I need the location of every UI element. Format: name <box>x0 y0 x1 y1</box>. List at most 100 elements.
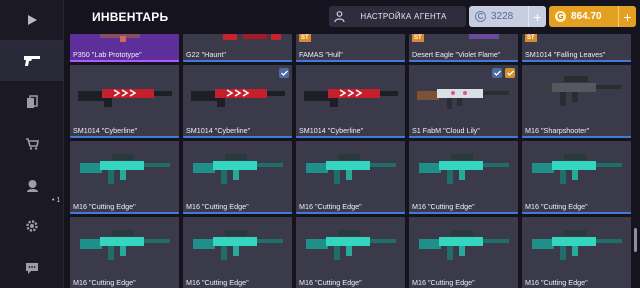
stattrack-badge: ST <box>525 34 537 42</box>
weapon-image <box>191 89 285 107</box>
weapon-image <box>532 76 622 106</box>
inventory-item[interactable]: M16 "Cutting Edge" <box>522 217 631 288</box>
item-name: M16 "Cutting Edge" <box>525 278 588 287</box>
item-name: G22 "Haunt" <box>186 50 226 59</box>
inventory-item[interactable]: S1 FabM "Cloud Lily" <box>409 65 518 138</box>
item-name: FAMAS "Hull" <box>299 50 343 59</box>
silver-coin-icon: C <box>475 11 486 22</box>
gold-balance: G 864.70 + <box>549 6 636 27</box>
inventory-item[interactable]: P350 "Lab Prototype" <box>70 34 179 62</box>
rarity-stripe <box>522 136 631 138</box>
item-name: SM1014 "Cyberline" <box>299 126 364 135</box>
weapon-image <box>532 154 622 184</box>
inventory-item[interactable]: M16 "Cutting Edge" <box>522 141 631 214</box>
weapon-image <box>80 154 170 184</box>
item-name: SM1014 "Cyberline" <box>73 126 138 135</box>
inventory-item[interactable]: M16 "Cutting Edge" <box>409 141 518 214</box>
rarity-stripe <box>409 60 518 62</box>
equipped-check-icon <box>279 68 289 78</box>
silver-balance: C 3228 + <box>469 6 546 27</box>
agent-count: • 1 <box>52 197 61 204</box>
item-name: SM1014 "Falling Leaves" <box>525 50 606 59</box>
silver-amount: 3228 <box>491 11 514 22</box>
weapon-image <box>417 89 509 109</box>
equipped-check-icon <box>492 68 502 78</box>
rarity-stripe <box>522 60 631 62</box>
weapon-image <box>532 230 622 260</box>
item-name: M16 "Cutting Edge" <box>412 278 475 287</box>
inventory-item[interactable]: ST Desert Eagle "Violet Flame" <box>409 34 518 62</box>
item-name: M16 "Cutting Edge" <box>73 278 136 287</box>
inventory-item[interactable]: SM1014 "Cyberline" <box>183 65 292 138</box>
sidebar-item-play[interactable] <box>0 0 64 40</box>
inventory-scrollbar[interactable] <box>634 228 637 252</box>
item-name: M16 "Cutting Edge" <box>525 202 588 211</box>
inventory-grid: P350 "Lab Prototype" G22 "Haunt" ST FAMA… <box>64 34 640 288</box>
play-icon <box>28 15 37 25</box>
page-title: ИНВЕНТАРЬ <box>92 10 169 24</box>
rarity-stripe <box>70 136 179 138</box>
item-name: M16 "Cutting Edge" <box>412 202 475 211</box>
inventory-item[interactable]: M16 "Cutting Edge" <box>183 141 292 214</box>
inventory-item[interactable]: M16 "Cutting Edge" <box>296 141 405 214</box>
rarity-stripe <box>70 212 179 214</box>
inventory-item[interactable]: SM1014 "Cyberline" <box>70 65 179 138</box>
item-name: Desert Eagle "Violet Flame" <box>412 50 501 59</box>
agent-settings-button[interactable]: НАСТРОЙКА АГЕНТА <box>329 6 466 27</box>
item-name: S1 FabM "Cloud Lily" <box>412 126 480 135</box>
inventory-item[interactable]: SM1014 "Cyberline" <box>296 65 405 138</box>
gold-coin-icon: G <box>555 11 566 22</box>
weapon-image <box>193 154 283 184</box>
inventory-item[interactable]: M16 "Cutting Edge" <box>296 217 405 288</box>
rarity-stripe <box>409 136 518 138</box>
agent-icon <box>26 180 38 192</box>
rarity-stripe <box>296 212 405 214</box>
sidebar: • 1 <box>0 0 64 288</box>
weapon-image <box>223 34 281 40</box>
item-name: M16 "Cutting Edge" <box>299 278 362 287</box>
inventory-item[interactable]: M16 "Cutting Edge" <box>70 141 179 214</box>
weapon-image <box>419 230 509 260</box>
inventory-item[interactable]: M16 "Sharpshooter" <box>522 65 631 138</box>
rarity-stripe <box>296 136 405 138</box>
rarity-stripe <box>70 60 179 62</box>
inventory-item[interactable]: M16 "Cutting Edge" <box>70 217 179 288</box>
inventory-item[interactable]: M16 "Cutting Edge" <box>409 217 518 288</box>
rarity-stripe <box>183 212 292 214</box>
weapon-image <box>100 34 140 42</box>
weapon-image <box>193 230 283 260</box>
sidebar-item-chat[interactable] <box>0 248 64 288</box>
cart-icon <box>26 138 39 150</box>
item-name: SM1014 "Cyberline" <box>186 126 251 135</box>
item-name: M16 "Cutting Edge" <box>186 202 249 211</box>
weapon-image <box>306 154 396 184</box>
sidebar-item-shop[interactable] <box>0 124 64 164</box>
item-name: M16 "Cutting Edge" <box>73 202 136 211</box>
rarity-stripe <box>296 60 405 62</box>
agent-settings-label: НАСТРОЙКА АГЕНТА <box>360 12 447 21</box>
sidebar-item-inventory[interactable] <box>0 41 64 81</box>
item-name: P350 "Lab Prototype" <box>73 50 142 59</box>
add-silver-button[interactable]: + <box>528 6 546 27</box>
inventory-item[interactable]: ST SM1014 "Falling Leaves" <box>522 34 631 62</box>
weapon-image <box>419 154 509 184</box>
sidebar-item-settings[interactable] <box>0 206 64 246</box>
agent-settings-icon <box>329 10 349 23</box>
gold-amount: 864.70 <box>571 11 602 22</box>
inventory-item[interactable]: M16 "Cutting Edge" <box>183 217 292 288</box>
rarity-stripe <box>409 212 518 214</box>
weapon-image <box>78 89 172 107</box>
top-bar: ИНВЕНТАРЬ НАСТРОЙКА АГЕНТА C 3228 + G 86… <box>64 0 640 34</box>
inventory-item[interactable]: ST FAMAS "Hull" <box>296 34 405 62</box>
stattrack-badge: ST <box>412 34 424 42</box>
rarity-stripe <box>522 212 631 214</box>
weapon-image <box>469 34 499 39</box>
pistol-icon <box>24 56 40 66</box>
sidebar-item-collections[interactable] <box>0 82 64 122</box>
weapon-image <box>80 230 170 260</box>
gear-icon <box>26 220 38 232</box>
weapon-image <box>306 230 396 260</box>
inventory-item[interactable]: G22 "Haunt" <box>183 34 292 62</box>
item-name: M16 "Cutting Edge" <box>299 202 362 211</box>
add-gold-button[interactable]: + <box>618 6 636 27</box>
